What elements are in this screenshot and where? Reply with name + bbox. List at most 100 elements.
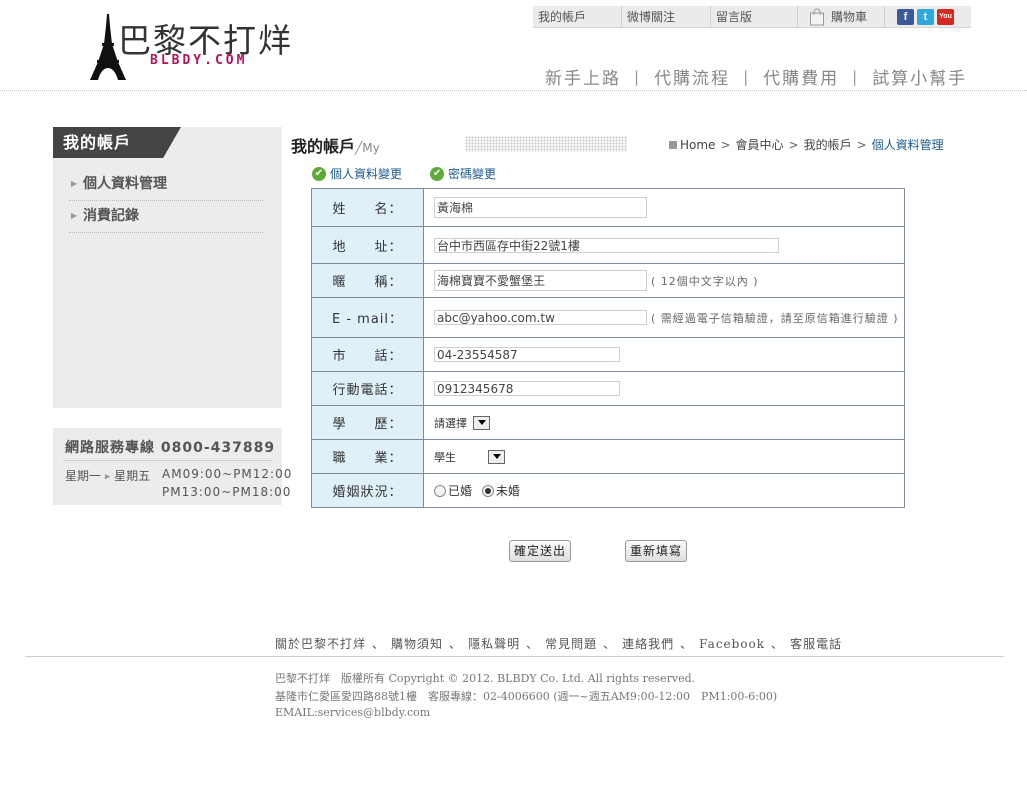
married-radio[interactable] [434, 484, 446, 497]
header-divider [0, 90, 1027, 91]
field-label: E - mail： [311, 297, 424, 338]
form-row-phone: 市 話： [311, 337, 905, 372]
breadcrumb-home[interactable]: Home [680, 138, 715, 152]
field-label: 市 話： [311, 337, 424, 372]
field-label: 地 址： [311, 226, 424, 264]
site-logo[interactable]: 巴黎不打烊 BLBDY.COM [88, 14, 298, 82]
footer-email: EMAIL:services@blbdy.com [275, 706, 431, 719]
nav-item-beginner[interactable]: 新手上路 [545, 64, 621, 89]
footer-separator: 、 [603, 637, 617, 651]
married-label: 已婚 [448, 484, 473, 498]
email-field[interactable] [434, 310, 647, 325]
tab-label: 個人資料變更 [330, 167, 403, 181]
submit-button[interactable]: 確定送出 [509, 540, 572, 562]
form-row-address: 地 址： [311, 226, 905, 264]
footer-link-hotline[interactable]: 客服電話 [790, 637, 842, 651]
square-bullet-icon [669, 140, 677, 149]
tab-profile-edit[interactable]: ✔ 個人資料變更 [312, 165, 402, 182]
nickname-field[interactable] [434, 270, 647, 291]
field-label: 暱 稱： [311, 263, 424, 298]
address-field[interactable] [434, 237, 779, 253]
field-label: 職 業： [311, 439, 424, 474]
cart-link[interactable]: 購物車 [798, 5, 885, 28]
sidebar-item-label: 消費記錄 [83, 208, 139, 224]
breadcrumb-separator: > [720, 137, 731, 152]
arrow-right-icon: ▶ [104, 472, 111, 481]
profile-form: 姓 名： 地 址： 暱 稱： ( 12個中文字以內 ) E - mail： ( … [311, 188, 905, 508]
dropdown-arrow-icon [488, 449, 505, 464]
top-link-my-account[interactable]: 我的帳戶 [533, 5, 622, 28]
name-field[interactable] [434, 197, 647, 218]
social-links: f t You [885, 8, 954, 25]
service-time-morning: AM09:00~PM12:00 [162, 467, 293, 481]
arrow-right-icon: ▶ [71, 179, 78, 188]
reset-button[interactable]: 重新填寫 [625, 540, 688, 562]
field-label: 行動電話： [311, 371, 424, 406]
tab-password-change[interactable]: ✔ 密碼變更 [430, 165, 496, 182]
tab-label: 密碼變更 [448, 167, 497, 181]
service-time-afternoon: PM13:00~PM18:00 [162, 485, 292, 499]
single-label: 未婚 [495, 484, 520, 498]
footer-separator: 、 [771, 637, 785, 651]
service-hotline-title: 網路服務專線 0800-437889 [65, 440, 276, 456]
form-row-nickname: 暱 稱： ( 12個中文字以內 ) [311, 263, 905, 298]
footer-address: 基隆市仁愛區愛四路88號1樓 客服專線：02-4006600 (週一~週五AM9… [275, 690, 778, 703]
brand-domain: BLBDY.COM [150, 53, 248, 68]
nickname-note: ( 12個中文字以內 ) [651, 274, 759, 288]
mobile-field[interactable] [434, 381, 620, 396]
footer-link-contact[interactable]: 連絡我們 [622, 637, 674, 651]
nav-item-calculator[interactable]: 試算小幫手 [872, 64, 967, 89]
top-link-guestbook[interactable]: 留言版 [711, 5, 798, 28]
cart-label: 購物車 [831, 9, 868, 24]
main-nav: 新手上路 | 代購流程 | 代購費用 | 試算小幫手 [545, 64, 967, 90]
page-title-text: 我的帳戶 [291, 137, 356, 156]
footer-separator: 、 [680, 637, 694, 651]
breadcrumb-separator: > [788, 137, 799, 152]
breadcrumb-my-account[interactable]: 我的帳戶 [804, 136, 852, 153]
form-row-mobile: 行動電話： [311, 371, 905, 406]
footer-divider [25, 656, 1004, 657]
breadcrumb: Home > 會員中心 > 我的帳戶 > 個人資料管理 [669, 136, 944, 153]
service-day-from: 星期一 [65, 469, 102, 483]
footer-separator: 、 [526, 637, 540, 651]
service-hotline-box: 網路服務專線 0800-437889 星期一 ▶ 星期五 AM09:00~PM1… [53, 428, 291, 505]
phone-field[interactable] [434, 347, 620, 362]
shopping-bag-icon [810, 8, 824, 25]
education-selected-value: 請選擇 [434, 416, 467, 430]
sidebar-menu: 我的帳戶 ▶ 個人資料管理 ▶ 消費記錄 [53, 127, 282, 408]
footer-link-facebook[interactable]: Facebook [699, 637, 765, 651]
breadcrumb-current: 個人資料管理 [871, 138, 944, 152]
footer-link-privacy[interactable]: 隱私聲明 [468, 637, 520, 651]
education-select[interactable]: 請選擇 [434, 415, 490, 431]
job-select[interactable]: 學生 [434, 449, 505, 465]
email-note: ( 需經過電子信箱驗證，請至原信箱進行驗證 ) [651, 311, 899, 325]
divider [63, 460, 272, 461]
field-label: 婚姻狀況： [311, 473, 424, 508]
footer-separator: 、 [372, 637, 386, 651]
youtube-icon[interactable]: You [937, 8, 954, 25]
nav-item-fees[interactable]: 代購費用 [763, 64, 839, 89]
facebook-icon[interactable]: f [897, 8, 914, 25]
breadcrumb-separator: > [856, 137, 867, 152]
footer-link-about[interactable]: 關於巴黎不打烊 [275, 637, 366, 651]
decorative-dots [465, 136, 627, 152]
single-radio[interactable] [481, 484, 494, 497]
form-row-job: 職 業： 學生 [311, 439, 905, 474]
job-selected-value: 學生 [434, 450, 456, 464]
form-row-name: 姓 名： [311, 188, 905, 227]
footer-link-faq[interactable]: 常見問題 [545, 637, 597, 651]
dropdown-arrow-icon [473, 415, 490, 430]
sidebar-item-purchase-history[interactable]: ▶ 消費記錄 [69, 202, 263, 233]
top-link-weibo[interactable]: 微博關注 [622, 5, 711, 28]
footer-link-shopping-guide[interactable]: 購物須知 [391, 637, 443, 651]
twitter-icon[interactable]: t [917, 8, 934, 25]
field-label: 學 歷： [311, 405, 424, 440]
sidebar-item-label: 個人資料管理 [83, 176, 167, 192]
sidebar-item-profile[interactable]: ▶ 個人資料管理 [69, 170, 263, 201]
nav-item-process[interactable]: 代購流程 [654, 64, 730, 89]
breadcrumb-member-center[interactable]: 會員中心 [736, 136, 784, 153]
field-label: 姓 名： [311, 188, 424, 227]
footer-copyright: 巴黎不打烊 版權所有 Copyright © 2012. BLBDY Co. L… [275, 672, 696, 685]
service-day-to: 星期五 [114, 469, 151, 483]
sidebar-title: 我的帳戶 [53, 127, 181, 158]
